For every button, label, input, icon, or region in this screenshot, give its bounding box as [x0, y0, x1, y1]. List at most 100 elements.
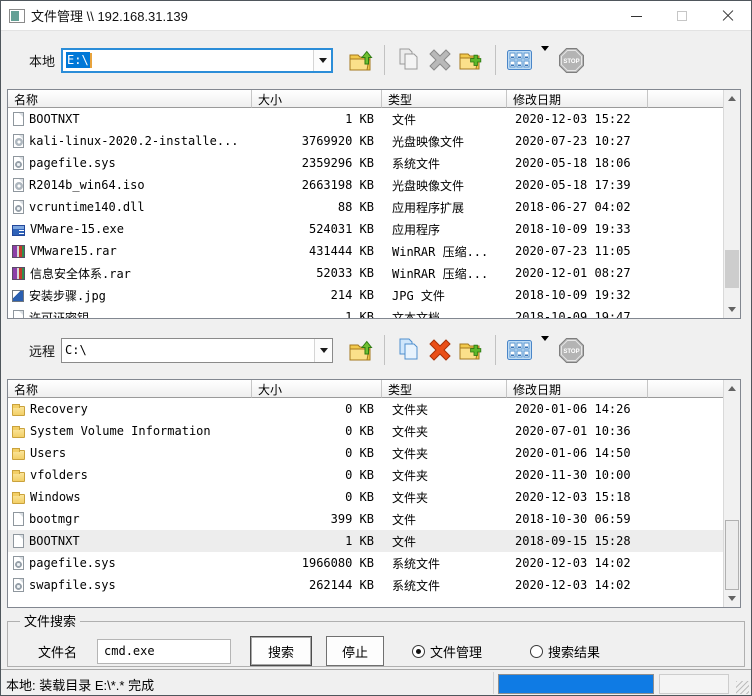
svg-text:STOP: STOP [563, 59, 579, 65]
radio-search-results[interactable]: 搜索结果 [530, 642, 600, 661]
file-row[interactable]: kali-linux-2020.2-installe... 3769920 KB 光… [8, 130, 723, 152]
new-folder-icon [459, 53, 482, 69]
file-name-cell: R2014b_win64.iso [8, 178, 252, 192]
file-row[interactable]: BOOTNXT 1 KB 文件 2020-12-03 15:22 [8, 108, 723, 130]
column-header-filler [648, 380, 723, 398]
file-search-groupbox: 文件搜索 文件名 搜索 停止 文件管理 搜索结果 [7, 610, 745, 667]
local-new-folder-button[interactable] [456, 44, 488, 76]
file-size-cell: 3769920 KB [301, 134, 374, 148]
file-row[interactable]: System Volume Information 0 KB 文件夹 2020-07-… [8, 420, 723, 442]
scroll-down-button[interactable] [724, 301, 740, 318]
file-row[interactable]: 安装步骤.jpg 214 KB JPG 文件 2018-10-09 19:32 [8, 284, 723, 306]
file-row[interactable]: pagefile.sys 1966080 KB 系统文件 2020-12-03 14:… [8, 552, 723, 574]
file-row[interactable]: vcruntime140.dll 88 KB 应用程序扩展 2018-06-27 04… [8, 196, 723, 218]
remote-new-folder-button[interactable] [456, 334, 488, 366]
local-parent-folder-button[interactable] [345, 44, 377, 76]
file-row[interactable]: swapfile.sys 262144 KB 系统文件 2020-12-03 14:0… [8, 574, 723, 596]
file-name-cell: VMware-15.exe [8, 222, 252, 236]
remote-parent-folder-button[interactable] [345, 334, 377, 366]
file-name: 许可证密钥 [29, 310, 90, 319]
remote-path-combobox[interactable]: C:\ [61, 337, 333, 363]
remote-view-button[interactable] [503, 334, 535, 366]
column-header-date[interactable]: 修改日期 [507, 380, 648, 398]
scrollbar-thumb[interactable] [725, 520, 739, 590]
remote-path-dropdown-button[interactable] [314, 338, 332, 362]
dropdown-icon [541, 336, 549, 358]
remote-scrollbar[interactable] [723, 380, 740, 607]
local-delete-button[interactable] [424, 44, 456, 76]
scroll-up-button[interactable] [724, 380, 740, 397]
sys-icon [13, 200, 24, 214]
file-row[interactable]: pagefile.sys 2359296 KB 系统文件 2020-05-18 18:… [8, 152, 723, 174]
file-row[interactable]: Users 0 KB 文件夹 2020-01-06 14:50 [8, 442, 723, 464]
file-size-cell: 0 KB [345, 468, 374, 482]
remote-copy-button[interactable] [392, 334, 424, 366]
view-grid-icon [506, 50, 532, 70]
view-dropdown-button[interactable] [541, 336, 549, 359]
dropdown-icon [541, 46, 549, 68]
sys-icon [13, 156, 24, 170]
remote-delete-button[interactable] [424, 334, 456, 366]
file-row[interactable]: 信息安全体系.rar 52033 KB WinRAR 压缩... 2020-12-01… [8, 262, 723, 284]
radio-file-management[interactable]: 文件管理 [412, 642, 482, 661]
copy-icon [399, 48, 418, 70]
column-header-name[interactable]: 名称 [8, 380, 252, 398]
minimize-button[interactable] [613, 1, 659, 31]
file-size-cell: 0 KB [345, 402, 374, 416]
scrollbar-thumb[interactable] [725, 250, 739, 288]
file-row[interactable]: VMware-15.exe 524031 KB 应用程序 2018-10-09 19:… [8, 218, 723, 240]
dropdown-icon [319, 347, 328, 353]
maximize-button[interactable] [659, 1, 705, 31]
column-header-type[interactable]: 类型 [382, 90, 507, 108]
file-size-cell: 431444 KB [308, 244, 374, 258]
column-header-date[interactable]: 修改日期 [507, 90, 648, 108]
file-row[interactable]: BOOTNXT 1 KB 文件 2018-09-15 15:28 [8, 530, 723, 552]
search-button[interactable]: 搜索 [250, 636, 313, 666]
file-date-cell: 2020-12-03 15:18 [515, 490, 631, 504]
close-button[interactable] [705, 1, 751, 31]
column-header-type[interactable]: 类型 [382, 380, 507, 398]
folder-icon [12, 470, 25, 482]
file-type-cell: JPG 文件 [392, 288, 445, 303]
rar-icon [12, 245, 25, 258]
resize-grip-icon[interactable] [736, 681, 749, 694]
filename-input[interactable] [97, 638, 232, 664]
file-size-cell: 399 KB [330, 512, 374, 526]
folder-icon [12, 448, 25, 460]
file-date-cell: 2020-12-01 08:27 [515, 266, 631, 280]
file-row[interactable]: Recovery 0 KB 文件夹 2020-01-06 14:26 [8, 398, 723, 420]
stop-button[interactable]: 停止 [326, 636, 385, 666]
local-stop-button[interactable]: STOP [555, 44, 587, 76]
toolbar-separator [495, 335, 496, 365]
toolbar-separator [384, 335, 385, 365]
scroll-down-button[interactable] [724, 590, 740, 607]
file-size-cell: 1 KB [345, 112, 374, 126]
file-row[interactable]: VMware15.rar 431444 KB WinRAR 压缩... 2020-07… [8, 240, 723, 262]
local-view-button[interactable] [503, 44, 535, 76]
file-row[interactable]: 许可证密钥 1 KB 文本文档 2018-10-09 19:47 [8, 306, 723, 318]
file-size-cell: 88 KB [337, 200, 374, 214]
file-size-cell: 0 KB [345, 424, 374, 438]
remote-toolbar: 远程 C:\ STOP [1, 321, 751, 379]
local-path-dropdown-button[interactable] [313, 49, 331, 71]
file-name-cell: 信息安全体系.rar [8, 265, 252, 282]
maximize-icon [677, 11, 687, 21]
local-path-combobox[interactable]: E:\ [61, 47, 333, 73]
view-dropdown-button[interactable] [541, 46, 549, 69]
file-type-cell: 系统文件 [392, 556, 441, 571]
file-row[interactable]: vfolders 0 KB 文件夹 2020-11-30 10:00 [8, 464, 723, 486]
file-name: BOOTNXT [29, 534, 80, 548]
local-scrollbar[interactable] [723, 90, 740, 318]
column-header-size[interactable]: 大小 [252, 380, 382, 398]
local-copy-button[interactable] [392, 44, 424, 76]
column-header-name[interactable]: 名称 [8, 90, 252, 108]
remote-stop-button[interactable]: STOP [555, 334, 587, 366]
file-row[interactable]: Windows 0 KB 文件夹 2020-12-03 15:18 [8, 486, 723, 508]
column-header-size[interactable]: 大小 [252, 90, 382, 108]
file-name: Users [30, 446, 67, 460]
file-row[interactable]: bootmgr 399 KB 文件 2018-10-30 06:59 [8, 508, 723, 530]
file-type-cell: 光盘映像文件 [392, 178, 465, 193]
file-date-cell: 2020-11-30 10:00 [515, 468, 631, 482]
file-row[interactable]: R2014b_win64.iso 2663198 KB 光盘映像文件 2020-05-… [8, 174, 723, 196]
scroll-up-button[interactable] [724, 90, 740, 107]
